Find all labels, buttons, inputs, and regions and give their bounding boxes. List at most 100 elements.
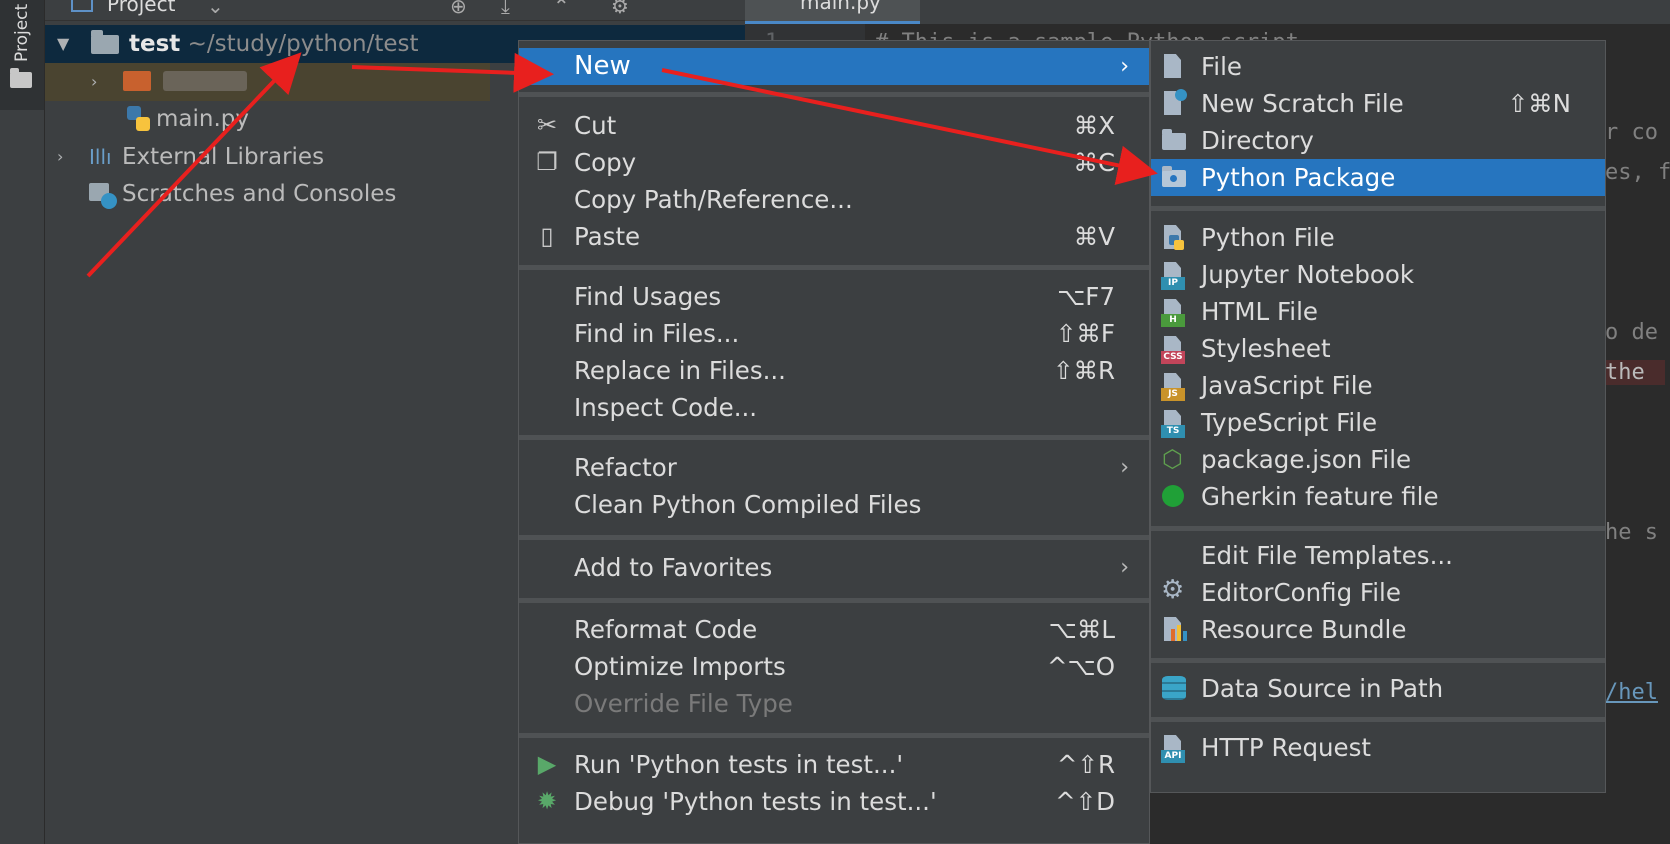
submenu-item-label: Jupyter Notebook [1201, 260, 1415, 289]
submenu-separator [1151, 717, 1605, 722]
project-panel-header: Project ⌄ ⊕ ⤓ ⌃ ⚙ [45, 0, 745, 21]
menu-separator [519, 598, 1149, 603]
clock-icon [101, 193, 117, 209]
submenu-item-typescript-file[interactable]: TS TypeScript File [1151, 404, 1605, 441]
submenu-item-label: Directory [1201, 126, 1314, 155]
context-menu: New › ✂ Cut ⌘X ❐ Copy ⌘C Copy Path/Refer… [518, 40, 1150, 844]
submenu-item-edit-templates[interactable]: Edit File Templates... [1151, 537, 1605, 574]
submenu-item-jupyter-notebook[interactable]: IP Jupyter Notebook [1151, 256, 1605, 293]
menu-item-shortcut: ⇧⌘F [1055, 319, 1115, 348]
nodejs-icon: ⬡ [1162, 445, 1183, 473]
submenu-item-file[interactable]: File [1151, 48, 1605, 85]
typescript-file-icon: TS [1161, 410, 1187, 438]
submenu-item-gherkin[interactable]: Gherkin feature file [1151, 478, 1605, 515]
chevron-right-icon[interactable]: › [57, 138, 63, 176]
menu-item-copy[interactable]: ❐ Copy ⌘C [519, 144, 1149, 181]
menu-item-find-in-files[interactable]: Find in Files... ⇧⌘F [519, 315, 1149, 352]
menu-item-refactor[interactable]: Refactor › [519, 449, 1149, 486]
menu-item-add-to-favorites[interactable]: Add to Favorites › [519, 549, 1149, 586]
menu-item-debug-tests[interactable]: ✹ Debug 'Python tests in test...' ^⇧D [519, 783, 1149, 820]
submenu-item-label: Python File [1201, 223, 1335, 252]
package-folder-icon [1161, 165, 1187, 191]
code-line: the [1605, 360, 1665, 385]
folder-icon [1161, 128, 1187, 154]
menu-item-new[interactable]: New › [519, 48, 1149, 85]
menu-item-label: Clean Python Compiled Files [574, 490, 922, 519]
menu-item-cut[interactable]: ✂ Cut ⌘X [519, 107, 1149, 144]
menu-item-replace-in-files[interactable]: Replace in Files... ⇧⌘R [519, 352, 1149, 389]
menu-separator [519, 535, 1149, 540]
menu-item-label: Find in Files... [574, 319, 740, 348]
chevron-right-icon: › [1120, 455, 1129, 480]
submenu-item-shortcut: ⇧⌘N [1507, 89, 1571, 118]
submenu-item-label: Python Package [1201, 163, 1396, 192]
submenu-item-python-package[interactable]: Python Package [1151, 159, 1605, 196]
menu-item-optimize-imports[interactable]: Optimize Imports ^⌥O [519, 648, 1149, 685]
css-file-icon: CSS [1161, 336, 1187, 364]
tree-item-path: ~/study/python/test [187, 31, 419, 57]
chevron-down-icon[interactable]: ▼ [57, 25, 69, 63]
menu-item-inspect-code[interactable]: Inspect Code... [519, 389, 1149, 426]
project-tool-label: Project [12, 3, 32, 62]
debug-icon: ✹ [536, 787, 558, 815]
menu-item-label: Refactor [574, 453, 677, 482]
menu-item-clean-compiled[interactable]: Clean Python Compiled Files [519, 486, 1149, 523]
tree-item-label: main.py [156, 106, 249, 132]
submenu-item-python-file[interactable]: Python File [1151, 219, 1605, 256]
jupyter-icon: IP [1161, 262, 1187, 290]
file-icon [1161, 54, 1187, 80]
menu-item-label: Paste [574, 222, 641, 251]
submenu-item-directory[interactable]: Directory [1151, 122, 1605, 159]
menu-item-reformat-code[interactable]: Reformat Code ⌥⌘L [519, 611, 1149, 648]
submenu-item-label: package.json File [1201, 445, 1412, 474]
submenu-item-javascript-file[interactable]: JS JavaScript File [1151, 367, 1605, 404]
chevron-right-icon: › [1120, 555, 1129, 580]
submenu-item-html-file[interactable]: H HTML File [1151, 293, 1605, 330]
submenu-item-editorconfig[interactable]: ⚙ EditorConfig File [1151, 574, 1605, 611]
chevron-down-icon[interactable]: ⌄ [207, 0, 224, 18]
submenu-separator [1151, 206, 1605, 211]
menu-separator [519, 435, 1149, 440]
menu-item-find-usages[interactable]: Find Usages ⌥F7 [519, 278, 1149, 315]
copy-icon: ❐ [536, 148, 558, 176]
menu-item-run-tests[interactable]: ▶ Run 'Python tests in test...' ^⇧R [519, 746, 1149, 783]
code-line: /hel [1605, 680, 1658, 705]
submenu-item-data-source[interactable]: Data Source in Path [1151, 670, 1605, 707]
menu-item-label: Optimize Imports [574, 652, 786, 681]
submenu-item-package-json[interactable]: ⬡ package.json File [1151, 441, 1605, 478]
project-tool-button[interactable]: Project [0, 0, 44, 110]
folder-icon [10, 68, 32, 88]
expand-icon[interactable]: ⌃ [553, 0, 570, 18]
submenu-item-label: Edit File Templates... [1201, 541, 1453, 570]
gear-icon[interactable]: ⚙ [611, 0, 629, 18]
tab-main-py[interactable]: main.py [745, 0, 920, 24]
tree-item-blurred[interactable]: › [45, 63, 490, 101]
submenu-item-resource-bundle[interactable]: Resource Bundle [1151, 611, 1605, 648]
submenu-item-label: Gherkin feature file [1201, 482, 1439, 511]
menu-item-paste[interactable]: ▯ Paste ⌘V [519, 218, 1149, 255]
menu-item-shortcut: ⌘C [1073, 148, 1115, 177]
menu-item-shortcut: ⌥⌘L [1048, 615, 1115, 644]
html-file-icon: H [1161, 299, 1187, 327]
collapse-all-icon[interactable]: ⤓ [501, 0, 510, 18]
menu-item-label: Copy [574, 148, 637, 177]
project-panel-title[interactable]: Project [107, 0, 175, 16]
project-view-icon [71, 0, 93, 12]
menu-item-shortcut: ^⌥O [1046, 652, 1115, 681]
chevron-right-icon[interactable]: › [91, 63, 97, 101]
globe-icon[interactable]: ⊕ [450, 0, 467, 18]
python-file-icon [127, 106, 151, 132]
code-line: he s [1605, 520, 1658, 545]
code-line: o de [1605, 320, 1658, 345]
menu-item-copy-path[interactable]: Copy Path/Reference... [519, 181, 1149, 218]
submenu-item-stylesheet[interactable]: CSS Stylesheet [1151, 330, 1605, 367]
scratch-file-icon [1161, 89, 1187, 117]
folder-icon [91, 30, 119, 54]
menu-item-label: Replace in Files... [574, 356, 786, 385]
run-icon: ▶ [537, 750, 557, 778]
code-line: es, f [1605, 160, 1670, 185]
submenu-item-http-request[interactable]: API HTTP Request [1151, 729, 1605, 766]
submenu-item-new-scratch-file[interactable]: New Scratch File ⇧⌘N [1151, 85, 1605, 122]
tree-item-label: External Libraries [122, 144, 325, 170]
submenu-item-label: Data Source in Path [1201, 674, 1444, 703]
